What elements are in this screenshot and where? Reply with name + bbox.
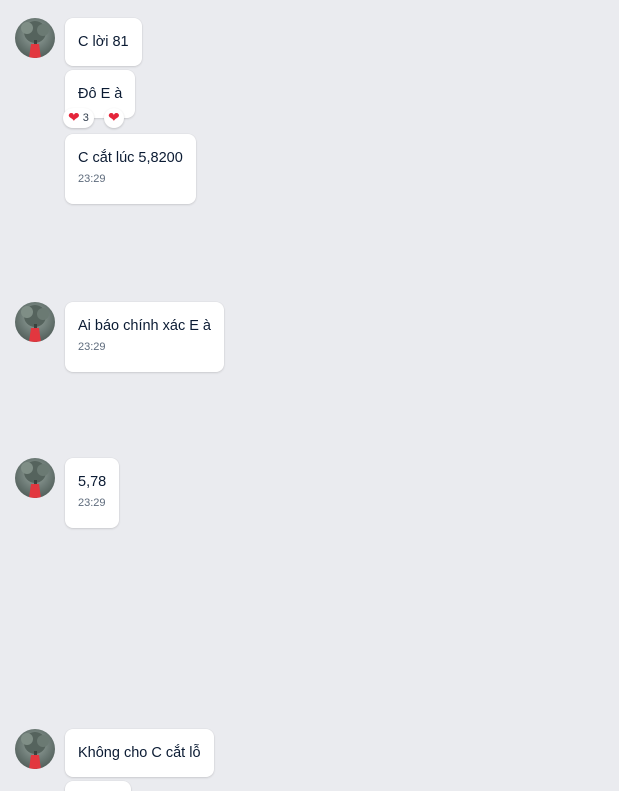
reaction-summary[interactable]: ❤ 3 — [63, 108, 94, 128]
message-text: Ai báo chính xác E à — [78, 318, 211, 334]
add-reaction-button[interactable]: ❤ — [104, 108, 124, 128]
message-bubble[interactable]: C cắt lúc 5,8200 23:29 — [65, 134, 196, 204]
message-timestamp: 23:29 — [78, 497, 106, 509]
message-text: C lời 81 — [78, 34, 129, 50]
avatar[interactable] — [15, 18, 55, 58]
message-timestamp: 23:29 — [78, 341, 106, 353]
avatar[interactable] — [15, 729, 55, 769]
chat-message-list[interactable]: C lời 81 Đô E à ❤ 3 ❤ C cắt lúc 5,8200 2… — [0, 0, 619, 791]
message-bubble[interactable]: Ai báo chính xác E à 23:29 — [65, 302, 224, 372]
heart-icon: ❤ — [68, 110, 80, 126]
heart-icon: ❤ — [108, 110, 120, 126]
message-text: 5,78 — [78, 474, 107, 490]
message-text: Không cho C cắt lỗ — [78, 745, 201, 761]
message-bubble[interactable]: C lời 81 — [65, 18, 142, 66]
message-timestamp: 23:29 — [78, 173, 106, 185]
avatar[interactable] — [15, 458, 55, 498]
message-bubble[interactable]: Không cho C cắt lỗ — [65, 729, 214, 777]
avatar[interactable] — [15, 302, 55, 342]
reaction-count: 3 — [82, 112, 89, 124]
message-text: Đô E à — [78, 86, 123, 102]
message-bubble[interactable]: 5,78 23:29 — [65, 458, 120, 528]
message-text: C cắt lúc 5,8200 — [78, 150, 183, 166]
message-bubble-partial[interactable] — [65, 781, 131, 791]
